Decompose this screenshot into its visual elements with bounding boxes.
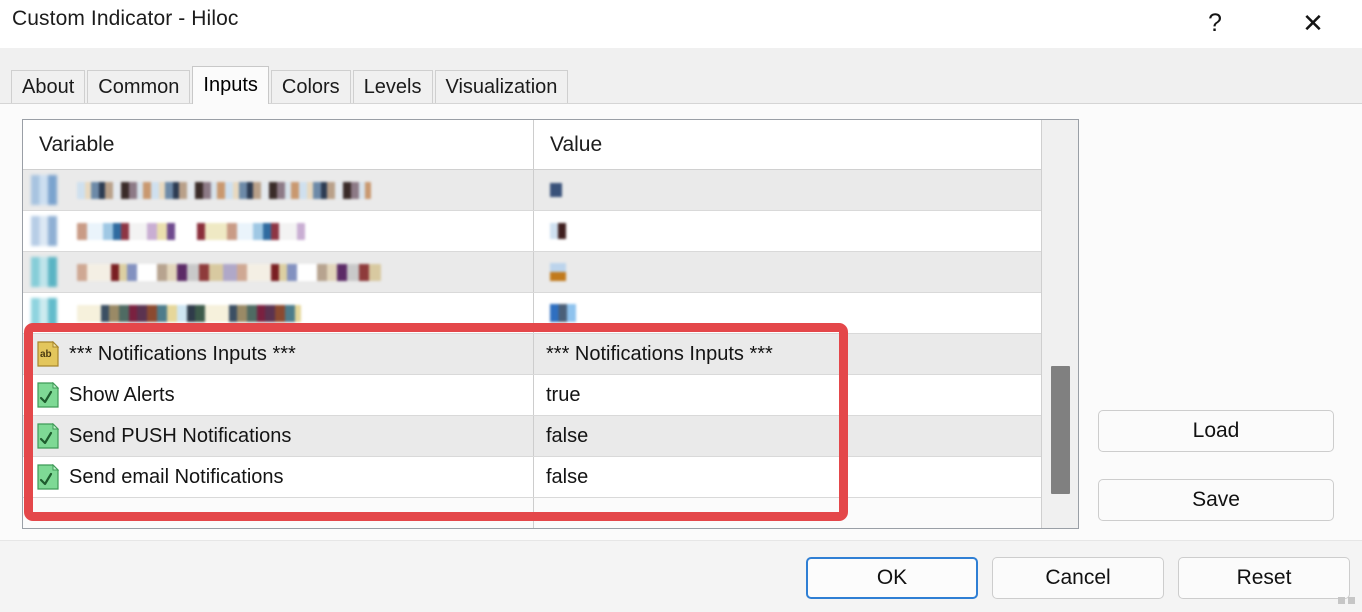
row-variable-label: Show Alerts: [69, 383, 175, 406]
redacted-type-icon: [31, 175, 57, 205]
ok-button[interactable]: OK: [806, 557, 978, 599]
row-value-cell[interactable]: *** Notifications Inputs ***: [533, 334, 1042, 374]
redacted-type-icon: [31, 257, 57, 287]
table-row[interactable]: Send PUSH Notifications false: [23, 416, 1042, 457]
bool-type-icon: [37, 464, 59, 490]
row-value-cell[interactable]: false: [533, 457, 1042, 497]
help-icon[interactable]: ?: [1192, 0, 1238, 46]
inputs-table: Variable Value ab *** Notifications Inpu…: [22, 119, 1079, 529]
inputs-table-viewport: Variable Value ab *** Notifications Inpu…: [23, 120, 1042, 528]
tab-common[interactable]: Common: [87, 70, 191, 104]
redacted-text: [77, 181, 371, 199]
table-row[interactable]: [23, 170, 1042, 211]
row-variable-cell[interactable]: [23, 211, 533, 251]
row-value-cell[interactable]: [533, 211, 1042, 251]
cancel-button[interactable]: Cancel: [992, 557, 1164, 599]
row-variable-cell[interactable]: Send email Notifications: [23, 457, 533, 497]
row-variable-label: Send email Notifications: [69, 465, 284, 488]
row-value-cell: [533, 498, 1042, 528]
row-value-cell[interactable]: true: [533, 375, 1042, 415]
row-variable-cell[interactable]: Send PUSH Notifications: [23, 416, 533, 456]
redacted-text: [77, 263, 381, 281]
redacted-value: [550, 263, 566, 281]
table-row[interactable]: Show Alerts true: [23, 375, 1042, 416]
custom-indicator-dialog: Custom Indicator - Hiloc ? ✕ About Commo…: [0, 0, 1362, 612]
table-row[interactable]: Send email Notifications false: [23, 457, 1042, 498]
row-value-cell[interactable]: [533, 252, 1042, 292]
table-row[interactable]: [23, 211, 1042, 252]
string-type-icon: ab: [37, 341, 59, 367]
tab-levels[interactable]: Levels: [352, 70, 433, 104]
row-variable-cell[interactable]: [23, 252, 533, 292]
close-icon[interactable]: ✕: [1290, 0, 1336, 46]
redacted-value: [550, 304, 576, 322]
row-variable-cell: [23, 498, 533, 528]
table-row-empty: [23, 498, 1042, 528]
redacted-text: [77, 304, 301, 322]
title-bar: Custom Indicator - Hiloc ? ✕: [0, 0, 1362, 48]
save-button[interactable]: Save: [1098, 479, 1334, 521]
vertical-scrollbar-thumb[interactable]: [1051, 366, 1070, 494]
bool-type-icon: [37, 423, 59, 449]
tab-inputs[interactable]: Inputs: [192, 66, 269, 104]
redacted-type-icon: [31, 298, 57, 328]
row-value-cell[interactable]: false: [533, 416, 1042, 456]
tab-visualization[interactable]: Visualization: [434, 70, 569, 104]
column-header-value[interactable]: Value: [533, 120, 1042, 169]
row-variable-cell[interactable]: [23, 293, 533, 333]
row-variable-label: Send PUSH Notifications: [69, 424, 292, 447]
svg-text:ab: ab: [40, 349, 52, 360]
tab-about[interactable]: About: [11, 70, 86, 104]
vertical-scrollbar[interactable]: [1041, 120, 1078, 528]
redacted-type-icon: [31, 216, 57, 246]
row-value-cell[interactable]: [533, 170, 1042, 210]
load-button[interactable]: Load: [1098, 410, 1334, 452]
window-title: Custom Indicator - Hiloc: [12, 7, 239, 30]
row-variable-cell[interactable]: Show Alerts: [23, 375, 533, 415]
column-header-variable[interactable]: Variable: [23, 120, 533, 169]
tab-bar: About Common Inputs Colors Levels Visual…: [11, 66, 570, 104]
redacted-value: [550, 223, 566, 239]
row-value-cell[interactable]: [533, 293, 1042, 333]
table-row[interactable]: [23, 293, 1042, 334]
bool-type-icon: [37, 382, 59, 408]
redacted-value: [550, 183, 562, 197]
reset-button[interactable]: Reset: [1178, 557, 1350, 599]
row-variable-cell[interactable]: [23, 170, 533, 210]
table-header-row: Variable Value: [23, 120, 1042, 170]
tab-colors[interactable]: Colors: [270, 70, 351, 104]
table-row[interactable]: ab *** Notifications Inputs *** *** Noti…: [23, 334, 1042, 375]
resize-grip-icon[interactable]: [1338, 597, 1356, 605]
redacted-text: [77, 222, 305, 240]
row-variable-label: *** Notifications Inputs ***: [69, 342, 296, 365]
row-variable-cell[interactable]: ab *** Notifications Inputs ***: [23, 334, 533, 374]
table-row[interactable]: [23, 252, 1042, 293]
